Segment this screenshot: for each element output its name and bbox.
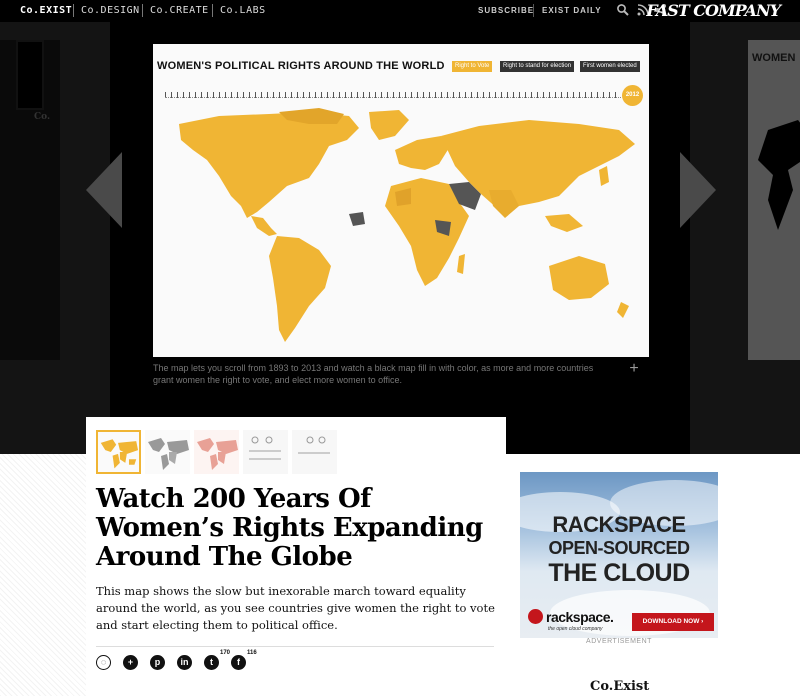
nav-separator — [142, 4, 143, 17]
thumbnail-1[interactable] — [96, 430, 141, 474]
next-slide-map-fragment — [758, 120, 800, 230]
subscribe-link[interactable]: SUBSCRIBE — [478, 6, 534, 15]
nav-coexist[interactable]: Co.EXIST — [20, 5, 72, 16]
search-icon[interactable] — [616, 3, 630, 17]
twitter-count: 170 — [220, 650, 231, 656]
ad-brand: rackspace. — [546, 609, 614, 625]
right-to-vote-button[interactable]: Right to Vote — [452, 61, 493, 72]
nav-separator — [212, 4, 213, 17]
nav-codesign[interactable]: Co.DESIGN — [81, 5, 140, 16]
world-map[interactable] — [159, 106, 643, 351]
rackspace-advertisement[interactable]: RACKSPACE OPEN-SOURCED THE CLOUD rackspa… — [520, 472, 718, 638]
map-title: WOMEN'S POLITICAL RIGHTS AROUND THE WORL… — [157, 60, 445, 72]
co-label: Co. — [34, 112, 51, 122]
nav-cocreate[interactable]: Co.CREATE — [150, 5, 209, 16]
advertisement-label: ADVERTISEMENT — [586, 638, 652, 645]
next-slide-preview: WOMEN — [748, 40, 800, 360]
hatch-pattern — [0, 454, 86, 696]
next-arrow-icon[interactable] — [680, 152, 716, 228]
facebook-icon[interactable]: f — [231, 655, 246, 670]
comment-icon[interactable]: ◌ — [96, 655, 111, 670]
twitter-icon[interactable]: t — [204, 655, 219, 670]
nav-separator — [73, 4, 74, 17]
map-caption: The map lets you scroll from 1893 to 201… — [153, 363, 594, 385]
interactive-map-card: WOMEN'S POLITICAL RIGHTS AROUND THE WORL… — [153, 44, 649, 357]
ad-headline-line-3: THE CLOUD — [548, 559, 690, 587]
article-header: Watch 200 Years Of Women’s Rights Expand… — [86, 417, 506, 696]
exist-daily-link[interactable]: EXIST DAILY — [542, 6, 602, 15]
thumbnail-4[interactable] — [243, 430, 288, 474]
article-headline: Watch 200 Years Of Women’s Rights Expand… — [96, 484, 483, 572]
facebook-count: 116 — [247, 650, 257, 656]
ad-tagline: the open cloud company — [548, 626, 603, 632]
ad-headline-line-1: RACKSPACE — [552, 512, 686, 537]
article-dek: This map shows the slow but inexorable m… — [96, 584, 495, 632]
hero-slideshow: Co. WOMEN WOMEN'S POLITICAL RIGHTS AROUN… — [0, 22, 800, 454]
first-women-elected-button[interactable]: First women elected — [580, 61, 640, 72]
year-badge[interactable]: 2012 — [622, 85, 643, 106]
expand-plus-icon[interactable]: + — [627, 361, 641, 377]
thumbnail-3[interactable] — [194, 430, 239, 474]
nav-separator — [533, 4, 534, 17]
rackspace-logo-icon — [528, 609, 543, 624]
next-slide-title: WOMEN — [752, 52, 796, 64]
pinterest-icon[interactable]: p — [150, 655, 165, 670]
previous-arrow-icon[interactable] — [86, 152, 122, 228]
thumbnail-5[interactable] — [292, 430, 337, 474]
sidebar-section-label: Co.Exist — [590, 679, 650, 694]
download-now-button[interactable]: DOWNLOAD NOW › — [632, 613, 714, 631]
top-navigation: Co.EXIST Co.DESIGN Co.CREATE Co.LABS SUB… — [0, 0, 800, 22]
plus-icon[interactable]: + — [123, 655, 138, 670]
ad-headline-line-2: OPEN-SOURCED — [548, 538, 690, 558]
co-logo-mark — [16, 40, 44, 110]
divider — [96, 646, 494, 647]
previous-slide-preview: Co. — [0, 40, 60, 360]
year-timeline-slider[interactable] — [165, 92, 621, 98]
thumbnail-2[interactable] — [145, 430, 190, 474]
right-to-stand-button[interactable]: Right to stand for election — [500, 61, 575, 72]
fast-company-logo[interactable]: FAST COMPANY — [646, 1, 781, 20]
linkedin-icon[interactable]: in — [177, 655, 192, 670]
nav-colabs[interactable]: Co.LABS — [220, 5, 266, 16]
